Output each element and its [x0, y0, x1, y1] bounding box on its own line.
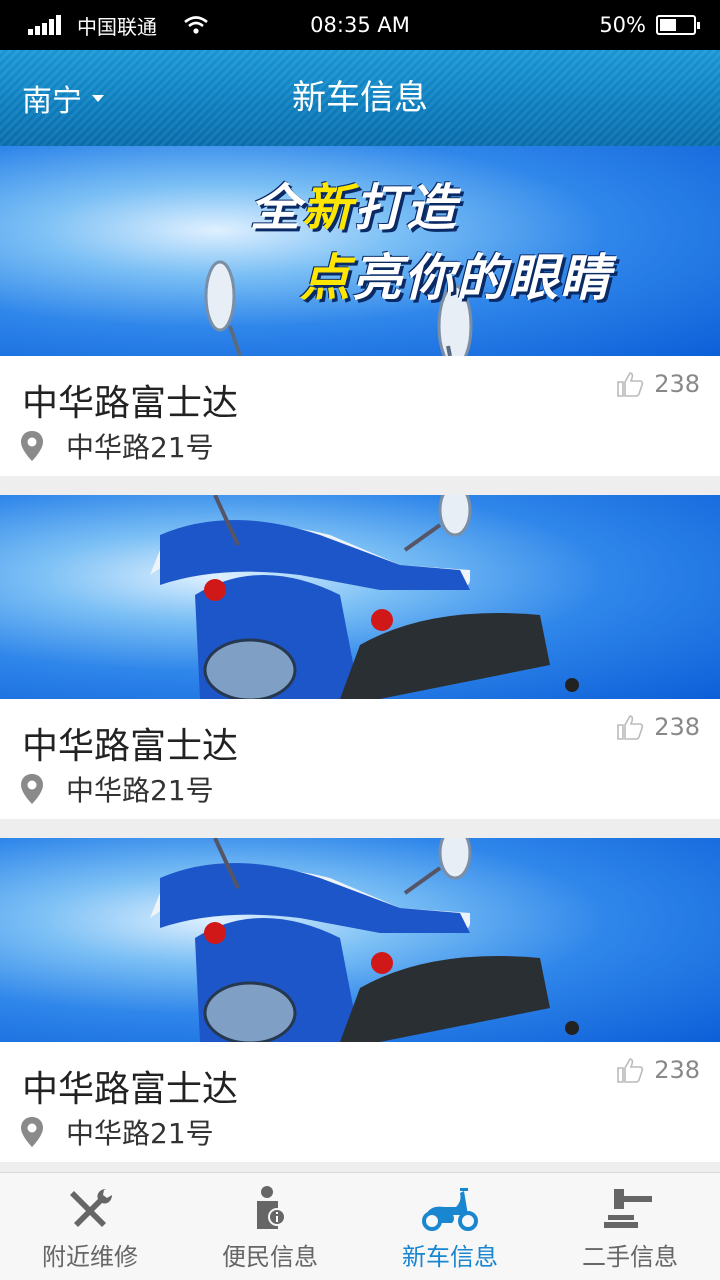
status-right: 50% [599, 0, 700, 50]
listing-banner-image [0, 838, 720, 1042]
address-row: 中华路21号 [20, 769, 214, 809]
location-pin-icon [21, 431, 43, 461]
listing-list[interactable]: 全新打造 点亮你的眼睛 中华路富士达 中华路21号 238 中华路富士达 中华路… [0, 146, 720, 1172]
thumbs-up-icon [617, 372, 644, 397]
repair-tools-icon [70, 1189, 112, 1227]
listing-info: 中华路富士达 中华路21号 238 [0, 699, 720, 819]
address-label: 中华路21号 [66, 1117, 214, 1150]
address-label: 中华路21号 [66, 774, 214, 807]
like-count[interactable]: 238 [616, 1056, 700, 1084]
tab-label: 便民信息 [222, 1243, 318, 1271]
listing-banner-image: 全新打造 点亮你的眼睛 [0, 146, 720, 356]
location-pin-icon [21, 774, 43, 804]
like-count-value: 238 [654, 370, 700, 398]
city-selector[interactable]: 南宁 [22, 50, 104, 146]
banner-slogan-line2: 点亮你的眼睛 [300, 249, 612, 307]
page-title: 新车信息 [292, 78, 428, 118]
listing-card[interactable]: 中华路富士达 中华路21号 238 [0, 838, 720, 1162]
gavel-icon [604, 1189, 652, 1228]
listing-card[interactable]: 中华路富士达 中华路21号 238 [0, 495, 720, 819]
tab-label: 二手信息 [582, 1243, 678, 1271]
like-count-value: 238 [654, 1056, 700, 1084]
listing-info: 中华路富士达 中华路21号 238 [0, 1042, 720, 1162]
like-count-value: 238 [654, 713, 700, 741]
thumbs-up-icon [617, 715, 644, 740]
like-count[interactable]: 238 [616, 370, 700, 398]
header-bar: 南宁 新车信息 [0, 50, 720, 146]
info-person-icon [257, 1186, 286, 1229]
listing-info: 中华路富士达 中华路21号 238 [0, 356, 720, 476]
tab-public-info[interactable]: 便民信息 [180, 1173, 360, 1280]
tab-label: 附近维修 [42, 1243, 138, 1271]
location-pin-icon [21, 1117, 43, 1147]
tab-new-car[interactable]: 新车信息 [360, 1173, 540, 1280]
address-row: 中华路21号 [20, 426, 214, 466]
battery-percent: 50% [599, 13, 646, 37]
address-row: 中华路21号 [20, 1112, 214, 1152]
city-label: 南宁 [22, 84, 82, 119]
banner-slogan-line1: 全新打造 [250, 179, 458, 237]
shop-name: 中华路富士达 [22, 726, 239, 767]
listing-card[interactable]: 全新打造 点亮你的眼睛 中华路富士达 中华路21号 238 [0, 146, 720, 476]
battery-icon [656, 15, 700, 35]
tab-label: 新车信息 [402, 1243, 498, 1271]
tab-nearby-repair[interactable]: 附近维修 [0, 1173, 180, 1280]
scooter-icon [422, 1188, 478, 1231]
address-label: 中华路21号 [66, 431, 214, 464]
tab-second-hand[interactable]: 二手信息 [540, 1173, 720, 1280]
bottom-tab-bar: 附近维修 便民信息 新车信息 二手信息 [0, 1172, 720, 1280]
listing-banner-image [0, 495, 720, 699]
shop-name: 中华路富士达 [22, 1069, 239, 1110]
status-bar: 中国联通 08:35 AM 50% [0, 0, 720, 50]
caret-down-icon [92, 94, 104, 102]
thumbs-up-icon [617, 1058, 644, 1083]
shop-name: 中华路富士达 [22, 383, 239, 424]
like-count[interactable]: 238 [616, 713, 700, 741]
